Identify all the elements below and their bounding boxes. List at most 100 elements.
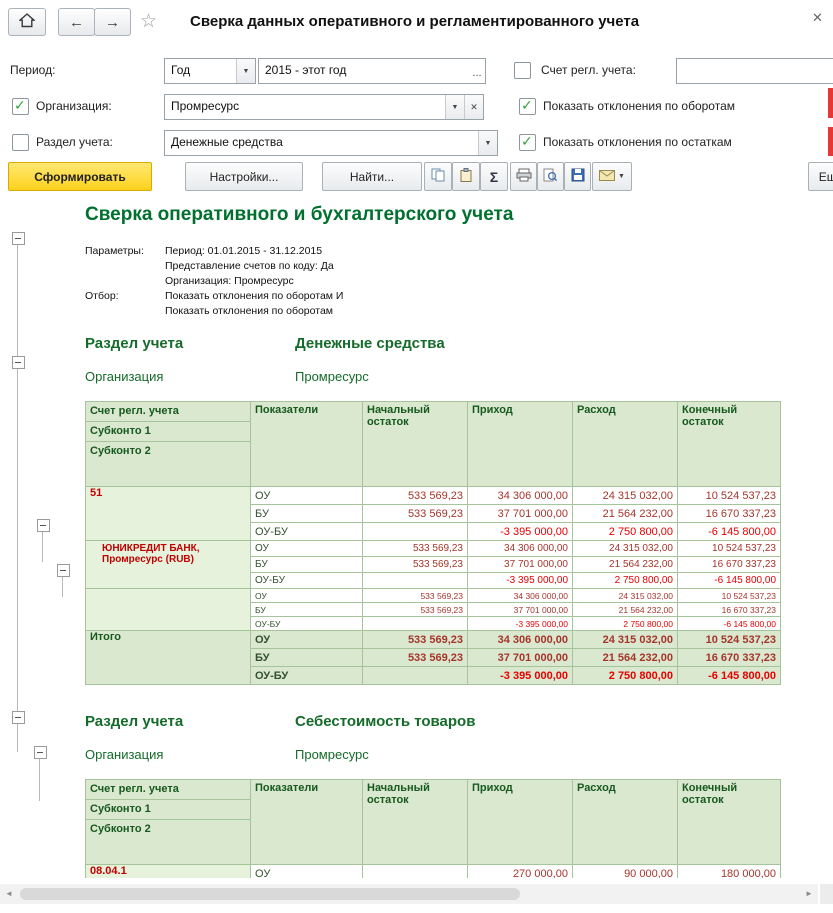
chevron-down-icon[interactable]: ▼ [445, 95, 464, 119]
find-button[interactable]: Найти... [322, 162, 422, 191]
value-cell[interactable] [362, 666, 468, 685]
more-button[interactable]: Ещё [808, 162, 833, 191]
org-checkbox[interactable] [12, 97, 29, 115]
col-header[interactable]: Конечный остаток [677, 401, 781, 487]
value-cell[interactable]: 24 315 032,00 [572, 588, 678, 603]
account-label[interactable]: Счет регл. учета: [541, 63, 636, 77]
ellipsis-button[interactable]: ... [469, 59, 485, 83]
horizontal-scrollbar[interactable]: ◄ ► [0, 884, 818, 904]
account-input[interactable] [676, 58, 833, 84]
value-cell[interactable]: 21 564 232,00 [572, 648, 678, 667]
close-icon[interactable]: ✕ [812, 10, 823, 26]
scroll-thumb[interactable] [20, 888, 520, 900]
value-cell[interactable]: -6 145 800,00 [677, 522, 781, 541]
value-cell[interactable]: 533 569,23 [362, 630, 468, 649]
value-cell[interactable]: 34 306 000,00 [467, 630, 573, 649]
indicator-cell[interactable]: БУ [250, 648, 363, 667]
value-cell[interactable]: 10 524 537,23 [677, 588, 781, 603]
value-cell[interactable]: 24 315 032,00 [572, 630, 678, 649]
value-cell[interactable]: 24 315 032,00 [572, 486, 678, 505]
value-cell[interactable]: -6 145 800,00 [677, 616, 781, 631]
group-name-cell[interactable]: ЮНИКРЕДИТ БАНК, Промресурс (RUB) [85, 540, 251, 589]
indicator-cell[interactable]: ОУ-БУ [250, 572, 363, 589]
tree-collapse-button[interactable] [37, 519, 50, 532]
col-header[interactable]: Приход [467, 779, 573, 865]
indicator-cell[interactable]: БУ [250, 556, 363, 573]
favorites-star-icon[interactable]: ☆ [140, 10, 157, 33]
value-cell[interactable]: -6 145 800,00 [677, 572, 781, 589]
chevron-down-icon[interactable]: ▼ [478, 131, 497, 155]
send-mail-button[interactable]: ▼ [592, 162, 632, 191]
value-cell[interactable]: 270 000,00 [467, 864, 573, 878]
value-cell[interactable]: -3 395 000,00 [467, 616, 573, 631]
value-cell[interactable]: 533 569,23 [362, 648, 468, 667]
indicator-cell[interactable]: ОУ [250, 588, 363, 603]
tree-collapse-button[interactable] [12, 232, 25, 245]
chevron-down-icon[interactable]: ▼ [236, 59, 255, 83]
value-cell[interactable] [362, 616, 468, 631]
value-cell[interactable]: 2 750 800,00 [572, 666, 678, 685]
value-cell[interactable]: 10 524 537,23 [677, 630, 781, 649]
clear-icon[interactable]: ✕ [464, 95, 483, 119]
value-cell[interactable]: 2 750 800,00 [572, 522, 678, 541]
org-combo[interactable]: Промресурс ▼ ✕ [164, 94, 484, 120]
col-header[interactable]: Расход [572, 779, 678, 865]
value-cell[interactable]: 34 306 000,00 [467, 588, 573, 603]
value-cell[interactable]: 16 670 337,23 [677, 504, 781, 523]
section-label[interactable]: Раздел учета: [36, 135, 113, 149]
value-cell[interactable]: -6 145 800,00 [677, 666, 781, 685]
back-button[interactable]: ← [58, 8, 95, 36]
tree-collapse-button[interactable] [12, 356, 25, 369]
home-button[interactable] [8, 8, 46, 36]
value-cell[interactable]: -3 395 000,00 [467, 522, 573, 541]
indicator-cell[interactable]: ОУ [250, 864, 363, 878]
value-cell[interactable]: 21 564 232,00 [572, 602, 678, 617]
group-name-cell[interactable]: Итого [85, 630, 251, 685]
sum-button[interactable]: Σ [480, 162, 508, 191]
print-button[interactable] [510, 162, 537, 191]
value-cell[interactable]: 2 750 800,00 [572, 616, 678, 631]
scroll-left-icon[interactable]: ◄ [5, 889, 13, 898]
value-cell[interactable]: 16 670 337,23 [677, 556, 781, 573]
value-cell[interactable]: 24 315 032,00 [572, 540, 678, 557]
value-cell[interactable]: 533 569,23 [362, 556, 468, 573]
value-cell[interactable]: 37 701 000,00 [467, 602, 573, 617]
value-cell[interactable]: 10 524 537,23 [677, 540, 781, 557]
period-value-field[interactable]: 2015 - этот год ... [258, 58, 486, 84]
value-cell[interactable]: 533 569,23 [362, 486, 468, 505]
col-header[interactable]: Приход [467, 401, 573, 487]
value-cell[interactable]: 533 569,23 [362, 540, 468, 557]
generate-button[interactable]: Сформировать [8, 162, 152, 191]
save-button[interactable] [564, 162, 591, 191]
value-cell[interactable]: 533 569,23 [362, 588, 468, 603]
value-cell[interactable]: 37 701 000,00 [467, 556, 573, 573]
value-cell[interactable]: 533 569,23 [362, 602, 468, 617]
value-cell[interactable]: 90 000,00 [572, 864, 678, 878]
preview-button[interactable] [537, 162, 564, 191]
indicator-cell[interactable]: ОУ-БУ [250, 522, 363, 541]
settings-button[interactable]: Настройки... [185, 162, 303, 191]
forward-button[interactable]: → [94, 8, 131, 36]
balance-checkbox[interactable] [519, 133, 536, 151]
indicator-cell[interactable]: ОУ-БУ [250, 616, 363, 631]
indicator-cell[interactable]: ОУ [250, 540, 363, 557]
value-cell[interactable] [362, 522, 468, 541]
account-header-cell[interactable]: Счет регл. учета Субконто 1 Субконто 2 [85, 779, 251, 865]
value-cell[interactable]: -3 395 000,00 [467, 666, 573, 685]
value-cell[interactable]: 10 524 537,23 [677, 486, 781, 505]
section-value[interactable]: Денежные средства [165, 131, 478, 155]
col-header[interactable]: Конечный остаток [677, 779, 781, 865]
value-cell[interactable]: 34 306 000,00 [467, 540, 573, 557]
group-name-cell[interactable]: 51 [85, 486, 251, 541]
tree-collapse-button[interactable] [34, 746, 47, 759]
indicator-cell[interactable]: ОУ [250, 486, 363, 505]
indicator-cell[interactable]: БУ [250, 602, 363, 617]
value-cell[interactable]: 16 670 337,23 [677, 648, 781, 667]
value-cell[interactable]: 37 701 000,00 [467, 648, 573, 667]
indicator-cell[interactable]: ОУ [250, 630, 363, 649]
value-cell[interactable]: 533 569,23 [362, 504, 468, 523]
copy-button[interactable] [424, 162, 452, 191]
balance-label[interactable]: Показать отклонения по остаткам [543, 135, 732, 149]
account-header-cell[interactable]: Счет регл. учета Субконто 1 Субконто 2 [85, 401, 251, 487]
turnover-label[interactable]: Показать отклонения по оборотам [543, 99, 735, 113]
